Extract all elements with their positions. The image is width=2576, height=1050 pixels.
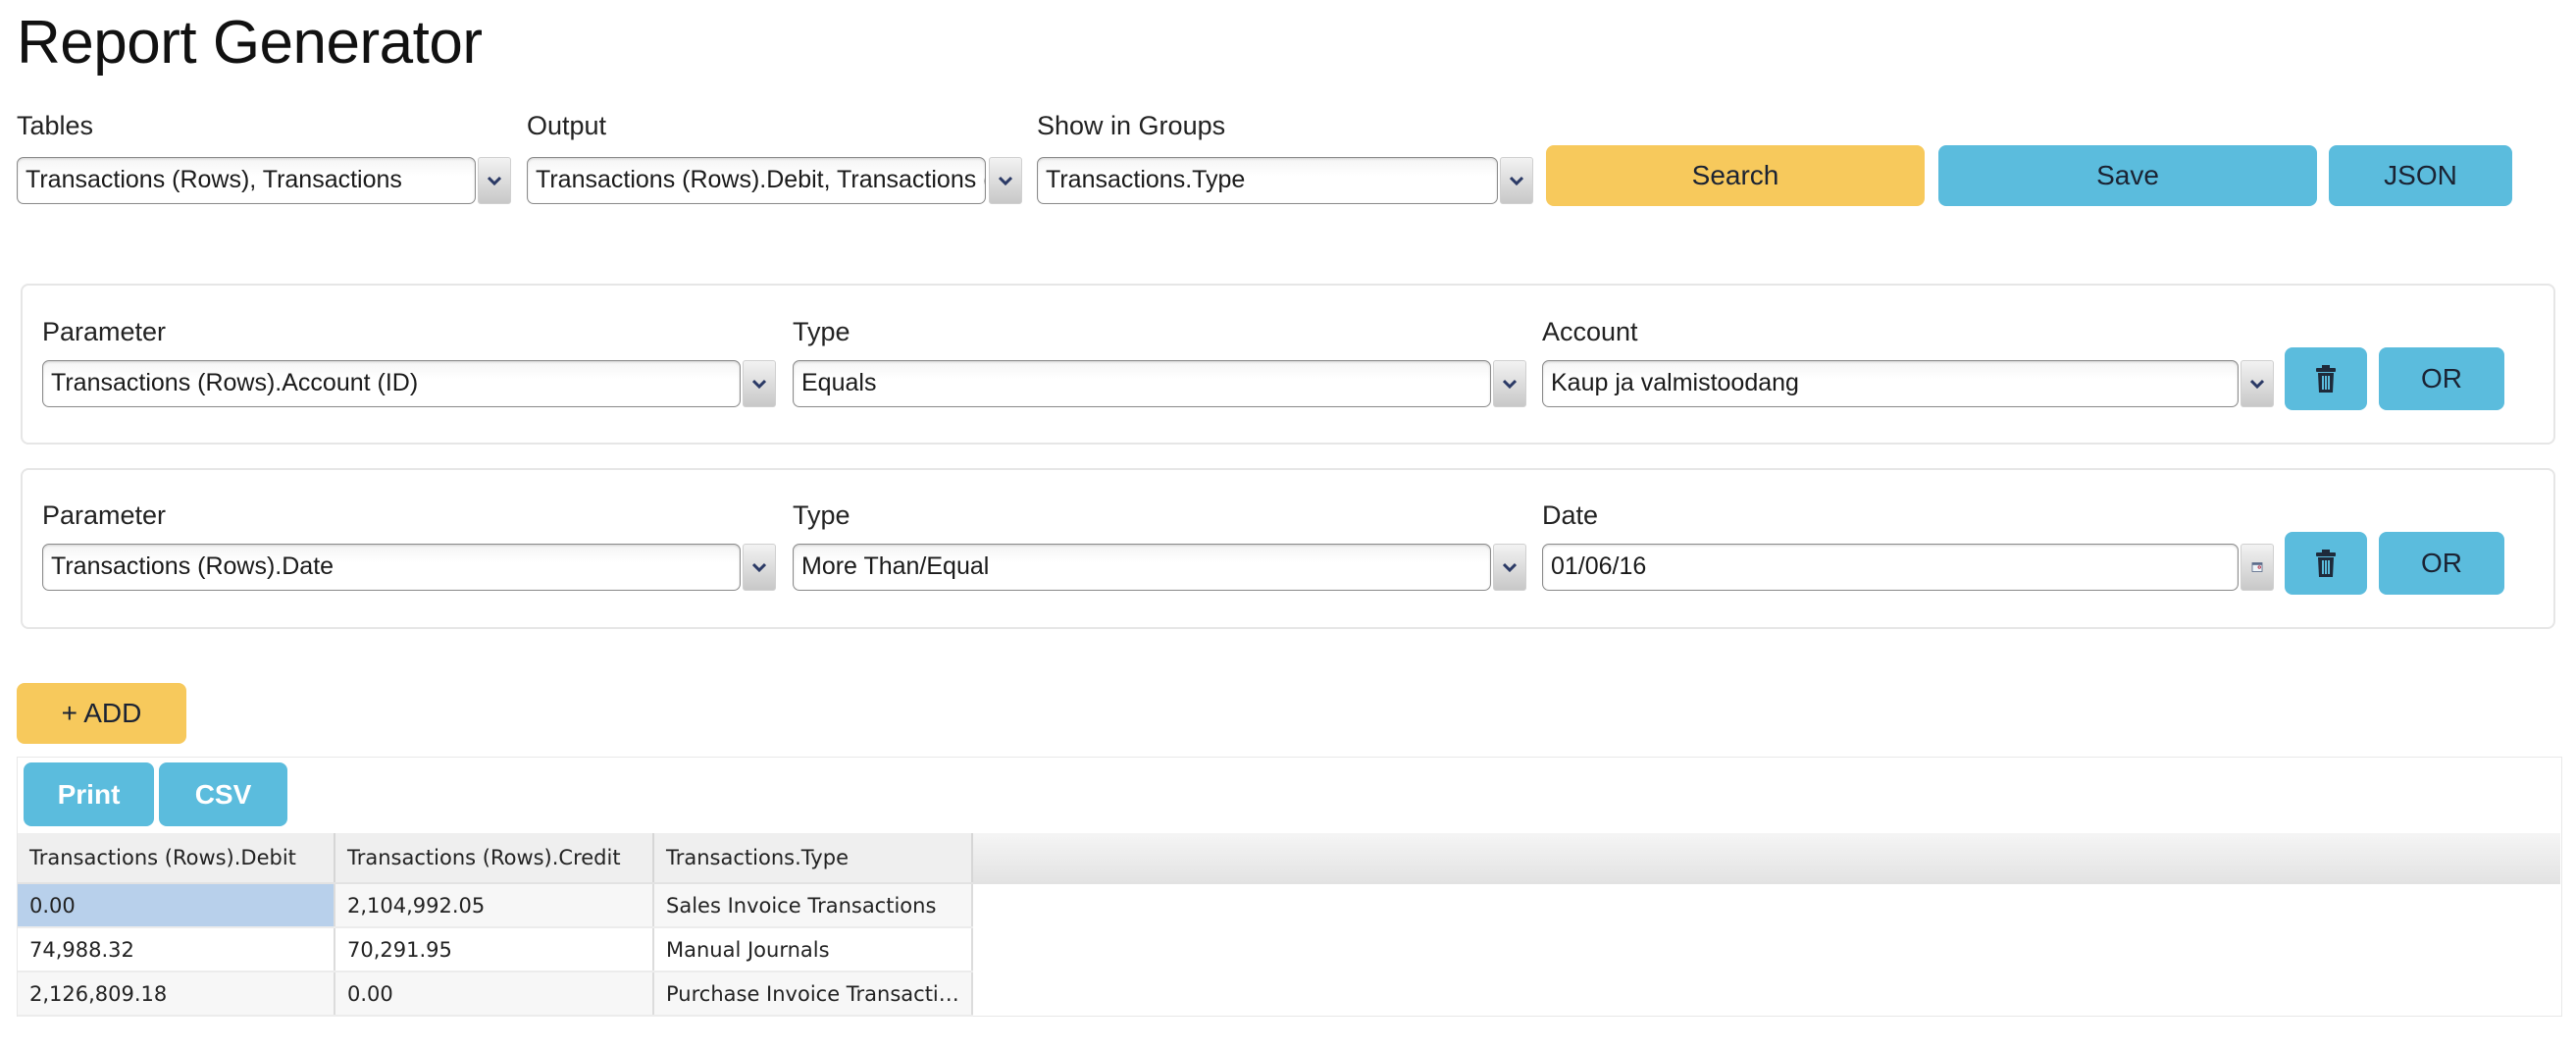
output-select[interactable]: Transactions (Rows).Debit, Transactions … xyxy=(527,157,986,204)
type-dropdown-chevron-icon[interactable] xyxy=(1493,360,1526,407)
cell-type[interactable]: Sales Invoice Transactions xyxy=(653,883,973,928)
groups-dropdown-chevron-icon[interactable] xyxy=(1500,157,1533,204)
print-button[interactable]: Print xyxy=(24,762,154,826)
parameter-label: Parameter xyxy=(42,500,167,530)
cell-debit[interactable]: 2,126,809.18 xyxy=(18,971,335,1017)
add-filter-button[interactable]: + ADD xyxy=(17,683,186,744)
type-label: Type xyxy=(793,500,850,530)
table-row[interactable]: 0.00 2,104,992.05 Sales Invoice Transact… xyxy=(18,883,2560,928)
cell-credit[interactable]: 2,104,992.05 xyxy=(335,883,654,928)
csv-button[interactable]: CSV xyxy=(159,762,287,826)
type-select[interactable]: Equals xyxy=(793,360,1491,407)
parameter-label: Parameter xyxy=(42,317,167,346)
cell-credit[interactable]: 0.00 xyxy=(335,971,654,1017)
search-button[interactable]: Search xyxy=(1546,145,1925,206)
cell-type[interactable]: Purchase Invoice Transactions xyxy=(653,971,973,1017)
save-button[interactable]: Save xyxy=(1938,145,2317,206)
type-select[interactable]: More Than/Equal xyxy=(793,544,1491,591)
trash-icon xyxy=(2316,365,2336,393)
parameter-dropdown-chevron-icon[interactable] xyxy=(743,544,776,591)
column-header-debit[interactable]: Transactions (Rows).Debit xyxy=(18,833,335,884)
or-button[interactable]: OR xyxy=(2379,532,2504,595)
table-row[interactable]: 74,988.32 70,291.95 Manual Journals xyxy=(18,927,2560,972)
cell-debit[interactable]: 74,988.32 xyxy=(18,927,335,972)
results-grid: Print CSV Transactions (Rows).Debit Tran… xyxy=(17,757,2562,1017)
date-label: Date xyxy=(1542,500,1599,530)
table-row[interactable]: 2,126,809.18 0.00 Purchase Invoice Trans… xyxy=(18,971,2560,1017)
delete-filter-button[interactable] xyxy=(2285,347,2367,410)
table-header-row: Transactions (Rows).Debit Transactions (… xyxy=(18,833,2560,884)
column-header-filler xyxy=(972,833,2560,884)
json-button[interactable]: JSON xyxy=(2329,145,2512,206)
cell-type[interactable]: Manual Journals xyxy=(653,927,973,972)
or-button[interactable]: OR xyxy=(2379,347,2504,410)
column-header-credit[interactable]: Transactions (Rows).Credit xyxy=(335,833,654,884)
results-table: Transactions (Rows).Debit Transactions (… xyxy=(18,833,2560,1017)
tables-dropdown-chevron-icon[interactable] xyxy=(478,157,511,204)
parameter-select[interactable]: Transactions (Rows).Account (ID) xyxy=(42,360,741,407)
tables-select[interactable]: Transactions (Rows), Transactions xyxy=(17,157,476,204)
page-title: Report Generator xyxy=(17,9,483,77)
cell-credit[interactable]: 70,291.95 xyxy=(335,927,654,972)
output-dropdown-chevron-icon[interactable] xyxy=(989,157,1022,204)
account-select[interactable]: Kaup ja valmistoodang xyxy=(1542,360,2239,407)
calendar-picker-button[interactable] xyxy=(2241,544,2274,591)
cell-debit[interactable]: 0.00 xyxy=(18,883,335,928)
type-label: Type xyxy=(793,317,850,346)
parameter-dropdown-chevron-icon[interactable] xyxy=(743,360,776,407)
parameter-select[interactable]: Transactions (Rows).Date xyxy=(42,544,741,591)
column-header-type[interactable]: Transactions.Type xyxy=(653,833,973,884)
account-label: Account xyxy=(1542,317,1638,346)
date-input[interactable]: 01/06/16 xyxy=(1542,544,2239,591)
type-dropdown-chevron-icon[interactable] xyxy=(1493,544,1526,591)
output-label: Output xyxy=(527,111,607,140)
delete-filter-button[interactable] xyxy=(2285,532,2367,595)
account-dropdown-chevron-icon[interactable] xyxy=(2241,360,2274,407)
calendar-icon xyxy=(2251,562,2263,572)
groups-select[interactable]: Transactions.Type xyxy=(1037,157,1498,204)
tables-label: Tables xyxy=(17,111,94,140)
trash-icon xyxy=(2316,550,2336,577)
groups-label: Show in Groups xyxy=(1037,111,1226,140)
